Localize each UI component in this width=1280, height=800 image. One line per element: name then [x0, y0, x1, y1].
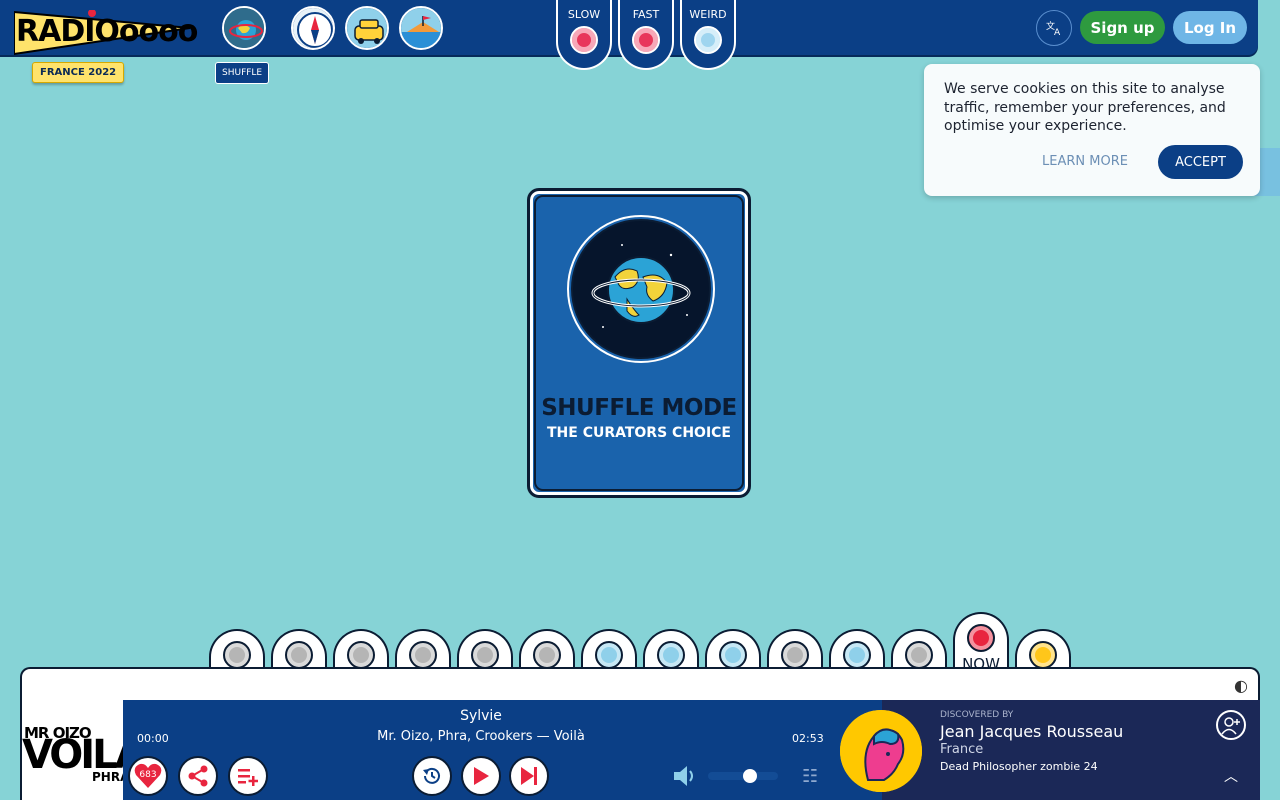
decade-indicator-dot	[1029, 641, 1057, 669]
speed-slow-label: SLOW	[567, 8, 601, 21]
card-title: SHUFFLE MODE	[541, 395, 737, 421]
radiooooo-logo[interactable]: RADIOoooo	[14, 6, 198, 58]
island-mode-icon[interactable]	[399, 6, 443, 50]
country-year-badge[interactable]: FRANCE 2022	[32, 62, 125, 83]
cookie-message: We serve cookies on this site to analyse…	[944, 81, 1226, 134]
learn-more-link[interactable]: LEARN MORE	[1042, 154, 1128, 169]
svg-text:A: A	[1054, 28, 1061, 37]
cookie-banner: We serve cookies on this site to analyse…	[924, 64, 1260, 196]
discovered-by-label: DISCOVERED BY	[940, 710, 1014, 720]
login-button[interactable]: Log In	[1173, 11, 1247, 44]
island-icon	[401, 8, 441, 48]
play-button[interactable]	[461, 756, 501, 796]
curator-tagline: Dead Philosopher zombie 24	[940, 760, 1098, 773]
globe-icon	[567, 215, 715, 363]
signup-button[interactable]: Sign up	[1080, 11, 1165, 44]
speed-fast-tab[interactable]: FAST	[618, 0, 674, 70]
history-icon	[423, 767, 440, 784]
decade-indicator-dot	[285, 641, 313, 669]
add-to-playlist-button[interactable]	[228, 756, 268, 796]
curator-name[interactable]: Jean Jacques Rousseau	[940, 722, 1123, 741]
like-count: 683	[139, 770, 157, 780]
song-artists[interactable]: Mr. Oizo, Phra, Crookers — Voilà	[281, 729, 681, 744]
shuffle-mode-card[interactable]: SHUFFLE MODE THE CURATORS CHOICE	[527, 188, 751, 498]
album-art-text-3: PHRA	[92, 770, 123, 784]
share-button[interactable]	[178, 756, 218, 796]
add-user-icon	[1221, 717, 1240, 735]
player-top-strip: ◐	[20, 667, 1260, 701]
taxi-mode-icon[interactable]	[345, 6, 389, 50]
speed-weird-label: WEIRD	[689, 8, 727, 21]
logo-text: RADIOoooo	[16, 14, 198, 49]
song-title: Sylvie	[460, 708, 502, 724]
play-icon	[474, 767, 489, 785]
translate-icon: 文 A	[1046, 20, 1061, 37]
weird-indicator-dot	[694, 26, 722, 54]
curator-portrait-icon	[840, 710, 922, 792]
discovered-by-panel: DISCOVERED BY Jean Jacques Rousseau Fran…	[840, 700, 1260, 800]
curator-country: France	[940, 742, 984, 757]
translate-button[interactable]: 文 A	[1036, 10, 1072, 46]
shuffle-label: SHUFFLE	[215, 62, 270, 84]
volume-icon[interactable]	[672, 764, 698, 788]
decade-indicator-dot	[409, 641, 437, 669]
decade-indicator-dot	[657, 641, 685, 669]
decade-indicator-dot	[223, 641, 251, 669]
equalizer-settings-icon[interactable]: ☷	[802, 766, 818, 787]
shuffle-mode-icon[interactable]	[222, 6, 266, 50]
fast-indicator-dot	[632, 26, 660, 54]
next-button[interactable]	[509, 756, 549, 796]
playlist-add-icon	[238, 769, 258, 786]
accept-cookies-button[interactable]: ACCEPT	[1158, 145, 1243, 179]
decade-indicator-dot	[471, 641, 499, 669]
decade-indicator-dot	[533, 641, 561, 669]
card-subtitle: THE CURATORS CHOICE	[546, 425, 731, 441]
decade-indicator-dot	[967, 624, 995, 652]
decade-indicator-dot	[347, 641, 375, 669]
compass-mode-icon[interactable]	[291, 6, 335, 50]
speed-fast-label: FAST	[632, 8, 660, 21]
compass-icon	[293, 8, 333, 48]
speed-weird-tab[interactable]: WEIRD	[680, 0, 736, 70]
player-bar: MR OIZO VOILÀ PHRA 00:00 Sylvie Mr. Oizo…	[20, 700, 1260, 800]
volume-slider-knob[interactable]	[743, 769, 757, 783]
like-button[interactable]: 683	[128, 756, 168, 796]
follow-curator-button[interactable]	[1216, 710, 1246, 740]
decade-indicator-dot	[781, 641, 809, 669]
decade-indicator-dot	[595, 641, 623, 669]
decade-indicator-dot	[905, 641, 933, 669]
taxi-icon	[347, 8, 387, 48]
decade-indicator-dot	[843, 641, 871, 669]
planet-icon	[224, 8, 264, 48]
share-icon	[188, 765, 208, 787]
history-button[interactable]	[412, 756, 452, 796]
curator-avatar[interactable]	[840, 710, 922, 792]
skip-next-icon	[521, 767, 537, 785]
speed-slow-tab[interactable]: SLOW	[556, 0, 612, 70]
total-time: 02:53	[792, 732, 824, 745]
theme-toggle-icon[interactable]: ◐	[1234, 676, 1248, 695]
chevron-up-icon[interactable]: ︿	[1224, 766, 1238, 786]
elapsed-time: 00:00	[137, 732, 169, 745]
decade-indicator-dot	[719, 641, 747, 669]
slow-indicator-dot	[570, 26, 598, 54]
album-cover[interactable]: MR OIZO VOILÀ PHRA	[22, 700, 123, 800]
